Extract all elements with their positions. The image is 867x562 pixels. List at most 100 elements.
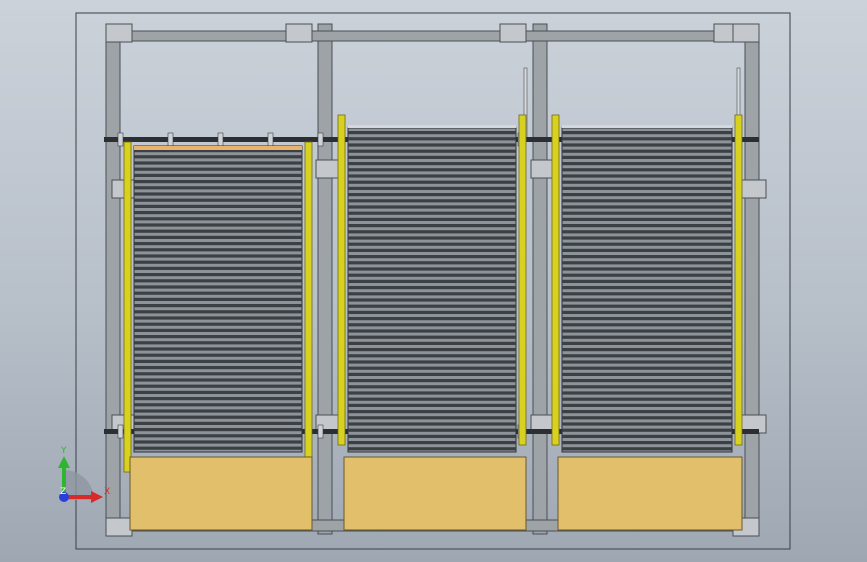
conveyor-3-roller: [562, 379, 732, 383]
conveyor-2-roller: [348, 366, 516, 370]
conveyor-3-roller: [562, 217, 732, 221]
conveyor-1-roller: [134, 266, 302, 270]
conveyor-2-roller: [348, 391, 516, 395]
conveyor-3-roller: [562, 422, 732, 426]
conveyor-2-roller: [348, 174, 516, 178]
conveyor-1-roller: [134, 235, 302, 239]
conveyor-3-roller: [562, 385, 732, 389]
conveyor-3-roller: [562, 261, 732, 265]
conveyor-2-roller: [348, 236, 516, 240]
conveyor-2-roller: [348, 360, 516, 364]
conveyor-1-platform[interactable]: [129, 456, 313, 531]
frame-bracket: [739, 179, 767, 199]
conveyor-3-roller: [562, 410, 732, 414]
conveyor-2-roller: [348, 341, 516, 345]
conveyor-2-roller: [348, 422, 516, 426]
conveyor-2-roller: [348, 286, 516, 290]
conveyor-3-guide-left: [551, 114, 560, 446]
conveyor-2-roller: [348, 310, 516, 314]
conveyor-3-roller: [562, 180, 732, 184]
conveyor-1-roller: [134, 359, 302, 363]
conveyor-2-roller: [348, 248, 516, 252]
conveyor-3-roller: [562, 224, 732, 228]
conveyor-1-roller: [134, 297, 302, 301]
conveyor-3-roller: [562, 248, 732, 252]
rail-fastener: [167, 132, 174, 147]
conveyor-2-roller: [348, 199, 516, 203]
cad-viewport[interactable]: Y X Z: [0, 0, 867, 562]
conveyor-2-roller: [348, 131, 516, 135]
frame-bracket: [285, 23, 313, 43]
conveyor-3-roller: [562, 434, 732, 438]
conveyor-3-roller: [562, 341, 732, 345]
conveyor-1-roller: [134, 403, 302, 407]
frame-bracket: [105, 23, 133, 43]
conveyor-1-roller: [134, 211, 302, 215]
conveyor-2-roller: [348, 193, 516, 197]
conveyor-3-roller: [562, 403, 732, 407]
conveyor-2-roller: [348, 217, 516, 221]
conveyor-3-roller: [562, 292, 732, 296]
conveyor-3-roller: [562, 372, 732, 376]
conveyor-3-roller: [562, 335, 732, 339]
conveyor-1-roller: [134, 316, 302, 320]
conveyor-3-roller: [562, 304, 732, 308]
conveyor-3-platform[interactable]: [557, 456, 743, 531]
conveyor-1-guide-left: [123, 141, 132, 473]
conveyor-3-roller: [562, 391, 732, 395]
conveyor-2-guide-right: [518, 114, 527, 446]
frame-top-beam[interactable]: [105, 30, 760, 42]
frame-post-mid-1[interactable]: [317, 23, 333, 535]
conveyor-2-roller: [348, 335, 516, 339]
rail-fastener: [117, 132, 124, 147]
conveyor-2-roller: [348, 385, 516, 389]
conveyor-1-roller: [134, 291, 302, 295]
conveyor-2-roller: [348, 224, 516, 228]
conveyor-2-roller: [348, 354, 516, 358]
conveyor-3-roller: [562, 279, 732, 283]
conveyor-3-roller: [562, 397, 732, 401]
conveyor-2-roller: [348, 397, 516, 401]
conveyor-1-roller: [134, 186, 302, 190]
conveyor-1-roller: [134, 421, 302, 425]
conveyor-3-roller: [562, 236, 732, 240]
conveyor-2-roller: [348, 273, 516, 277]
conveyor-3-roller: [562, 174, 732, 178]
conveyor-1-roller: [134, 204, 302, 208]
conveyor-2-top-edge: [348, 125, 516, 128]
conveyor-2-roller: [348, 149, 516, 153]
conveyor-1-roller: [134, 304, 302, 308]
conveyor-1-roller: [134, 198, 302, 202]
frame-post-mid-2[interactable]: [532, 23, 548, 535]
conveyor-2-roller: [348, 143, 516, 147]
conveyor-3-roller: [562, 143, 732, 147]
conveyor-2-platform[interactable]: [343, 456, 527, 531]
conveyor-1-roller: [134, 279, 302, 283]
conveyor-2-roller: [348, 434, 516, 438]
conveyor-assembly[interactable]: [104, 23, 767, 537]
conveyor-1-roller: [134, 328, 302, 332]
conveyor-1-roller: [134, 341, 302, 345]
conveyor-1-roller: [134, 366, 302, 370]
conveyor-1-roller: [134, 229, 302, 233]
conveyor-3-top-edge: [562, 125, 732, 128]
frame-post-left[interactable]: [105, 23, 121, 535]
conveyor-1-roller: [134, 415, 302, 419]
conveyor-1-roller: [134, 192, 302, 196]
frame-post-right[interactable]: [744, 23, 760, 535]
conveyor-1-roller: [134, 335, 302, 339]
conveyor-1-roller: [134, 310, 302, 314]
conveyor-1-roller: [134, 180, 302, 184]
conveyor-1-guide-right: [304, 141, 313, 473]
rail-fastener: [217, 132, 224, 147]
conveyor-2-roller: [348, 348, 516, 352]
conveyor-1-roller: [134, 217, 302, 221]
conveyor-3-roller: [562, 323, 732, 327]
conveyor-2-roller: [348, 205, 516, 209]
cad-model-view[interactable]: Y X Z: [0, 0, 867, 562]
conveyor-2-roller: [348, 372, 516, 376]
orientation-triad[interactable]: Y X Z: [58, 446, 110, 503]
conveyor-1-roller: [134, 434, 302, 438]
conveyor-3-roller: [562, 168, 732, 172]
conveyor-3-roller: [562, 155, 732, 159]
